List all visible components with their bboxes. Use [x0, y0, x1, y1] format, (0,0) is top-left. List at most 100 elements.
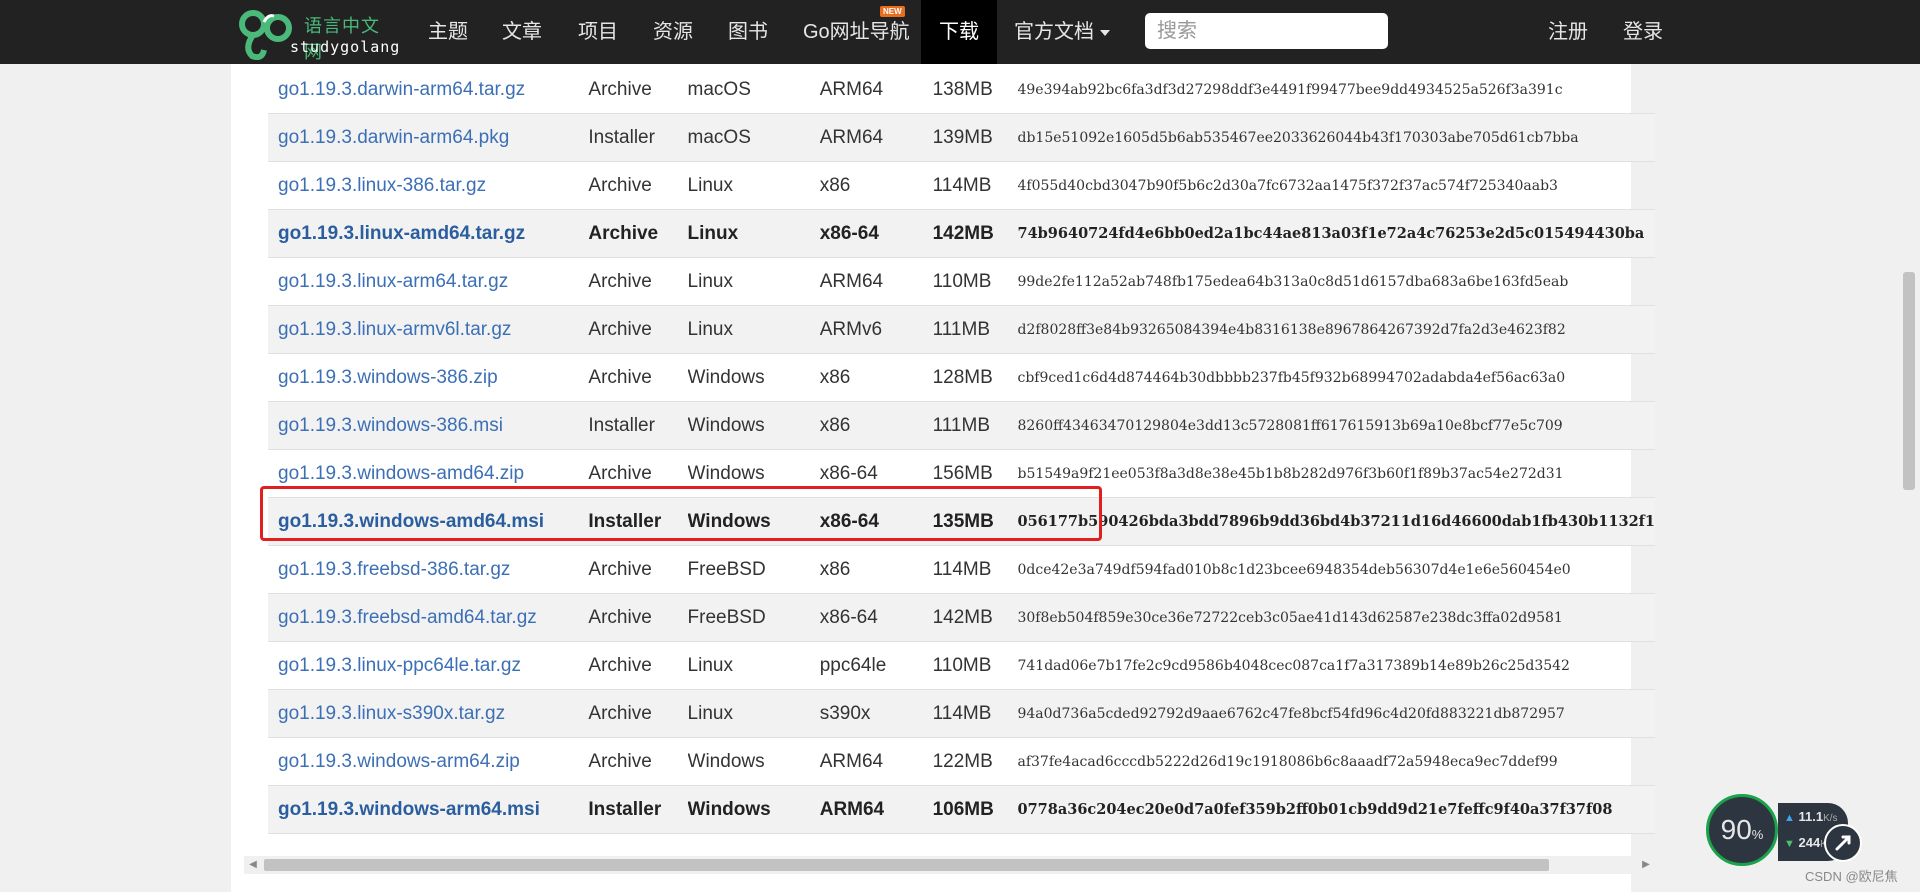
nav-official-docs[interactable]: 官方文档: [1014, 0, 1110, 64]
download-kind: Archive: [588, 558, 652, 580]
search-input[interactable]: [1145, 13, 1388, 49]
download-filename-link[interactable]: go1.19.3.linux-ppc64le.tar.gz: [278, 655, 521, 676]
download-os: Linux: [687, 174, 733, 196]
download-os: Windows: [687, 414, 765, 436]
network-speed-widget[interactable]: ▲ 11.1K/s ▼ 244K/s 90%: [1706, 794, 1862, 874]
memory-gauge[interactable]: 90%: [1706, 794, 1778, 866]
download-row: go1.19.3.linux-386.tar.gz Archive Linux x86…: [268, 161, 1655, 210]
download-checksum: 99de2fe112a52ab748fb175edea64b313a0c8d51…: [1017, 273, 1569, 290]
download-kind: Archive: [588, 606, 652, 628]
download-filename-link[interactable]: go1.19.3.linux-amd64.tar.gz: [278, 223, 525, 244]
download-kind-cell: Archive: [588, 257, 688, 306]
download-filename-cell: go1.19.3.windows-amd64.zip: [268, 449, 589, 498]
download-filename-link[interactable]: go1.19.3.darwin-arm64.tar.gz: [278, 79, 525, 100]
nav-topics[interactable]: 主题: [428, 0, 468, 64]
download-size-cell: 142MB: [932, 209, 1018, 258]
download-size: 142MB: [932, 222, 994, 244]
download-kind-cell: Archive: [588, 689, 688, 738]
download-kind: Archive: [588, 318, 652, 340]
download-filename-cell: go1.19.3.windows-amd64.msi: [268, 497, 589, 546]
download-os-cell: Linux: [687, 257, 820, 306]
download-checksum: 056177b590426bda3bdd7896b9dd36bd4b37211d…: [1017, 513, 1655, 530]
download-filename-link[interactable]: go1.19.3.windows-amd64.msi: [278, 511, 544, 532]
download-filename-link[interactable]: go1.19.3.linux-arm64.tar.gz: [278, 271, 508, 292]
horizontal-scrollbar[interactable]: ◀ ▶: [244, 856, 1655, 874]
download-filename-link[interactable]: go1.19.3.linux-s390x.tar.gz: [278, 703, 505, 724]
download-os: Linux: [687, 222, 739, 244]
download-row: go1.19.3.linux-s390x.tar.gz Archive Linux s…: [268, 689, 1655, 738]
download-kind: Archive: [588, 750, 652, 772]
scroll-left-icon[interactable]: ◀: [244, 856, 262, 874]
nav-download[interactable]: 下载: [921, 0, 997, 64]
download-filename-link[interactable]: go1.19.3.windows-amd64.zip: [278, 463, 524, 484]
download-kind: Installer: [588, 510, 662, 532]
download-arch: x86: [819, 558, 851, 580]
accelerate-button[interactable]: [1824, 824, 1862, 862]
vertical-scrollbar[interactable]: [1898, 64, 1920, 892]
download-size: 156MB: [932, 462, 993, 484]
download-checksum-cell: 49e394ab92bc6fa3df3d27298ddf3e4491f99477…: [1017, 66, 1655, 114]
nav-projects[interactable]: 项目: [578, 0, 618, 64]
download-checksum-cell: 741dad06e7b17fe2c9cd9586b4048cec087ca1f7…: [1017, 641, 1655, 690]
download-filename-link[interactable]: go1.19.3.windows-arm64.msi: [278, 799, 540, 820]
download-os-cell: Linux: [687, 161, 820, 210]
download-size: 114MB: [932, 702, 992, 724]
download-arch: x86-64: [819, 222, 879, 244]
download-kind-cell: Archive: [588, 353, 688, 402]
download-filename-link[interactable]: go1.19.3.linux-armv6l.tar.gz: [278, 319, 511, 340]
download-checksum-cell: af37fe4acad6cccdb5222d26d19c1918086b6c8a…: [1017, 737, 1655, 786]
download-size: 114MB: [932, 558, 992, 580]
download-size-cell: 128MB: [932, 353, 1018, 402]
download-filename-link[interactable]: go1.19.3.freebsd-amd64.tar.gz: [278, 607, 537, 628]
download-arch-cell: x86: [819, 353, 933, 402]
download-checksum: cbf9ced1c6d4d874464b30dbbbb237fb45f932b6…: [1017, 369, 1566, 386]
download-checksum: 0778a36c204ec20e0d7a0fef359b2ff0b01cb9dd…: [1017, 801, 1613, 818]
register-link[interactable]: 注册: [1548, 0, 1588, 64]
download-row: go1.19.3.windows-386.msi Installer Windows…: [268, 401, 1655, 450]
download-checksum-cell: b51549a9f21ee053f8a3d8e38e45b1b8b282d976…: [1017, 449, 1655, 498]
download-os-cell: FreeBSD: [687, 545, 820, 594]
download-filename-link[interactable]: go1.19.3.linux-386.tar.gz: [278, 175, 486, 196]
download-os: Windows: [687, 510, 771, 532]
download-filename-link[interactable]: go1.19.3.windows-arm64.zip: [278, 751, 520, 772]
download-checksum-cell: cbf9ced1c6d4d874464b30dbbbb237fb45f932b6…: [1017, 353, 1655, 402]
download-checksum-cell: d2f8028ff3e84b93265084394e4b8316138e8967…: [1017, 305, 1655, 354]
download-size-cell: 110MB: [932, 257, 1018, 306]
download-os: Windows: [687, 750, 765, 772]
download-os: Windows: [687, 366, 765, 388]
scroll-right-icon[interactable]: ▶: [1637, 856, 1655, 874]
download-kind-cell: Installer: [588, 497, 688, 546]
download-size-cell: 110MB: [932, 641, 1018, 690]
download-row: go1.19.3.darwin-arm64.pkg Installer macOS A…: [268, 113, 1655, 162]
download-filename-link[interactable]: go1.19.3.windows-386.zip: [278, 367, 498, 388]
download-checksum: 8260ff43463470129804e3dd13c5728081ff6176…: [1017, 417, 1563, 434]
download-row: go1.19.3.linux-amd64.tar.gz Archive Linux x…: [268, 209, 1655, 258]
download-filename-link[interactable]: go1.19.3.windows-386.msi: [278, 415, 503, 436]
download-arch-cell: ARM64: [819, 66, 933, 114]
download-filename-link[interactable]: go1.19.3.freebsd-386.tar.gz: [278, 559, 510, 580]
nav-articles[interactable]: 文章: [502, 0, 542, 64]
download-row: go1.19.3.linux-ppc64le.tar.gz Archive Linu…: [268, 641, 1655, 690]
login-link[interactable]: 登录: [1623, 0, 1663, 64]
nav-official-docs-label: 官方文档: [1014, 21, 1094, 43]
site-logo[interactable]: 语言中文网 studygolang: [238, 2, 399, 62]
download-filename-cell: go1.19.3.linux-amd64.tar.gz: [268, 209, 589, 258]
download-size: 111MB: [932, 414, 990, 436]
download-os-cell: Windows: [687, 401, 820, 450]
download-kind-cell: Archive: [588, 209, 688, 258]
upload-speed-value: 11.1: [1798, 809, 1824, 824]
download-filename-cell: go1.19.3.linux-ppc64le.tar.gz: [268, 641, 589, 690]
download-checksum: af37fe4acad6cccdb5222d26d19c1918086b6c8a…: [1017, 753, 1558, 770]
horizontal-scrollbar-thumb[interactable]: [264, 859, 1549, 871]
download-checksum: 49e394ab92bc6fa3df3d27298ddf3e4491f99477…: [1017, 81, 1563, 98]
download-kind-cell: Archive: [588, 545, 688, 594]
download-filename-cell: go1.19.3.freebsd-amd64.tar.gz: [268, 593, 589, 642]
chevron-down-icon: [1100, 29, 1110, 36]
vertical-scrollbar-thumb[interactable]: [1903, 272, 1915, 490]
nav-books[interactable]: 图书: [728, 0, 768, 64]
downloads-table: go1.19.3.darwin-arm64.tar.gz Archive macOS…: [268, 66, 1655, 834]
nav-resources[interactable]: 资源: [653, 0, 693, 64]
download-filename-link[interactable]: go1.19.3.darwin-arm64.pkg: [278, 127, 509, 148]
download-row: go1.19.3.linux-arm64.tar.gz Archive Linux A…: [268, 257, 1655, 306]
download-row: go1.19.3.linux-armv6l.tar.gz Archive Linux…: [268, 305, 1655, 354]
